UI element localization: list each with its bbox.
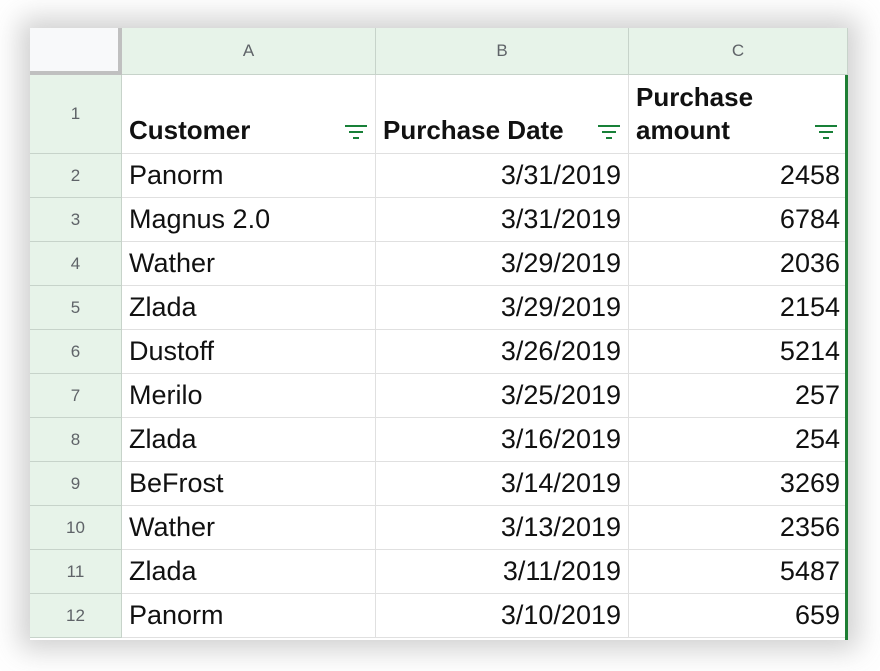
cell-purchase-date[interactable]: 3/31/2019 [376, 154, 629, 198]
row-header-1[interactable]: 1 [30, 75, 122, 154]
cell-purchase-date[interactable]: 3/10/2019 [376, 594, 629, 638]
row-header[interactable]: 5 [30, 286, 122, 330]
cell-purchase-date[interactable]: 3/11/2019 [376, 550, 629, 594]
cell-purchase-date[interactable]: 3/14/2019 [376, 462, 629, 506]
select-all-corner[interactable] [30, 28, 122, 75]
cell-purchase-date[interactable]: 3/16/2019 [376, 418, 629, 462]
selection-border [845, 75, 848, 640]
row-header[interactable]: 10 [30, 506, 122, 550]
column-header-a[interactable]: A [122, 28, 376, 75]
cell-purchase-date[interactable]: 3/29/2019 [376, 242, 629, 286]
cell-purchase-amount[interactable]: 2458 [629, 154, 848, 198]
row-header[interactable]: 9 [30, 462, 122, 506]
cell-customer[interactable]: Zlada [122, 286, 376, 330]
row-header[interactable]: 12 [30, 594, 122, 638]
cell-purchase-date[interactable]: 3/13/2019 [376, 506, 629, 550]
cell-purchase-date[interactable]: 3/26/2019 [376, 330, 629, 374]
row-header[interactable]: 4 [30, 242, 122, 286]
column-header-b[interactable]: B [376, 28, 629, 75]
cell-purchase-amount[interactable]: 5214 [629, 330, 848, 374]
cell-purchase-amount[interactable]: 2356 [629, 506, 848, 550]
header-cell-purchase-date[interactable]: Purchase Date [376, 75, 629, 154]
spreadsheet-frame: A B C 1 Customer Purchase Date Purchase … [30, 28, 848, 640]
cell-purchase-amount[interactable]: 3269 [629, 462, 848, 506]
cell-customer[interactable]: Zlada [122, 550, 376, 594]
cell-customer[interactable]: Wather [122, 506, 376, 550]
filter-icon[interactable] [598, 125, 620, 141]
cell-customer[interactable]: Panorm [122, 154, 376, 198]
cell-customer[interactable]: Merilo [122, 374, 376, 418]
row-header[interactable]: 8 [30, 418, 122, 462]
row-header[interactable]: 7 [30, 374, 122, 418]
cell-purchase-amount[interactable]: 2036 [629, 242, 848, 286]
header-label: Purchase Date [383, 115, 564, 145]
cell-customer[interactable]: Magnus 2.0 [122, 198, 376, 242]
cell-purchase-amount[interactable]: 659 [629, 594, 848, 638]
cell-purchase-amount[interactable]: 5487 [629, 550, 848, 594]
row-header[interactable]: 11 [30, 550, 122, 594]
header-cell-customer[interactable]: Customer [122, 75, 376, 154]
cell-customer[interactable]: Wather [122, 242, 376, 286]
cell-purchase-amount[interactable]: 2154 [629, 286, 848, 330]
spreadsheet-grid: A B C 1 Customer Purchase Date Purchase … [30, 28, 848, 640]
row-header[interactable]: 2 [30, 154, 122, 198]
cell-purchase-amount[interactable]: 257 [629, 374, 848, 418]
cell-customer[interactable]: Zlada [122, 418, 376, 462]
cell-purchase-amount[interactable]: 254 [629, 418, 848, 462]
cell-customer[interactable]: Panorm [122, 594, 376, 638]
header-cell-purchase-amount[interactable]: Purchase amount [629, 75, 848, 154]
filter-icon[interactable] [345, 125, 367, 141]
filter-icon[interactable] [815, 125, 837, 141]
row-header[interactable]: 3 [30, 198, 122, 242]
header-label: Customer [129, 115, 251, 145]
header-label: Purchase amount [636, 82, 754, 145]
cell-purchase-date[interactable]: 3/31/2019 [376, 198, 629, 242]
cell-purchase-date[interactable]: 3/25/2019 [376, 374, 629, 418]
cell-customer[interactable]: Dustoff [122, 330, 376, 374]
column-header-c[interactable]: C [629, 28, 848, 75]
cell-customer[interactable]: BeFrost [122, 462, 376, 506]
cell-purchase-date[interactable]: 3/29/2019 [376, 286, 629, 330]
row-header[interactable]: 6 [30, 330, 122, 374]
cell-purchase-amount[interactable]: 6784 [629, 198, 848, 242]
